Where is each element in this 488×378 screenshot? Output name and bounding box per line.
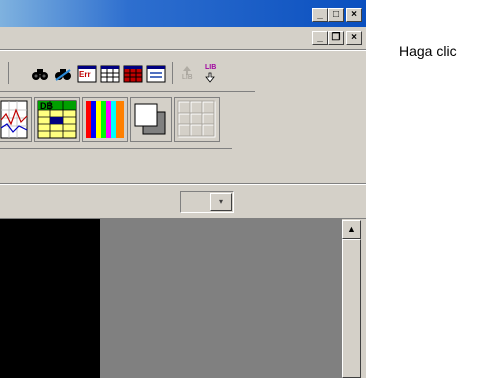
toolbar-row-1: Err LIB LIB xyxy=(0,56,255,92)
window-border xyxy=(361,219,366,378)
child-minimize-button[interactable]: _ xyxy=(312,31,328,45)
maximize-button[interactable]: □ xyxy=(328,8,344,22)
error-list-icon[interactable]: Err xyxy=(77,64,97,84)
toolbar-separator xyxy=(172,62,173,84)
toolbar-row-2: DB xyxy=(0,94,232,149)
zoom-combo[interactable]: ▾ xyxy=(180,191,234,213)
black-panel xyxy=(0,219,100,378)
workspace-area[interactable] xyxy=(100,219,342,378)
table-icon[interactable] xyxy=(100,64,120,84)
close-button[interactable]: × xyxy=(346,8,362,22)
database-label: DB xyxy=(40,101,53,111)
colored-table-icon[interactable] xyxy=(123,64,143,84)
hint-text: Haga clic xyxy=(399,43,457,59)
title-bar[interactable]: _ □ × xyxy=(0,0,366,27)
toolbar-separator xyxy=(8,62,9,84)
child-restore-button[interactable]: ❐ xyxy=(328,31,344,45)
menu-separator-highlight xyxy=(0,50,366,51)
library-import-icon[interactable]: LIB xyxy=(200,64,220,84)
find-icon[interactable] xyxy=(30,64,50,84)
panel-separator-highlight xyxy=(0,184,366,185)
child-close-button[interactable]: × xyxy=(346,31,362,45)
database-grid-icon[interactable]: DB xyxy=(34,97,80,142)
library-export-icon[interactable]: LIB xyxy=(177,64,197,84)
error-label: Err xyxy=(79,70,91,79)
scroll-up-button[interactable]: ▲ xyxy=(342,220,361,239)
vertical-scrollbar[interactable]: ▲ xyxy=(342,220,361,378)
library-label: LIB xyxy=(182,74,193,81)
find-replace-icon[interactable] xyxy=(53,64,73,84)
layers-icon[interactable] xyxy=(130,97,172,142)
chevron-down-icon[interactable]: ▾ xyxy=(210,193,232,211)
trend-chart-icon[interactable] xyxy=(0,97,32,142)
form-icon[interactable] xyxy=(146,64,166,84)
grid-layout-icon[interactable] xyxy=(174,97,220,142)
color-palette-icon[interactable] xyxy=(82,97,128,142)
menu-bar: _ ❐ × xyxy=(0,27,366,49)
scroll-thumb[interactable] xyxy=(342,239,361,378)
minimize-button[interactable]: _ xyxy=(312,8,328,22)
application-window: _ □ × _ ❐ × Err LIB LIB DB ▾ ▲ xyxy=(0,0,366,378)
